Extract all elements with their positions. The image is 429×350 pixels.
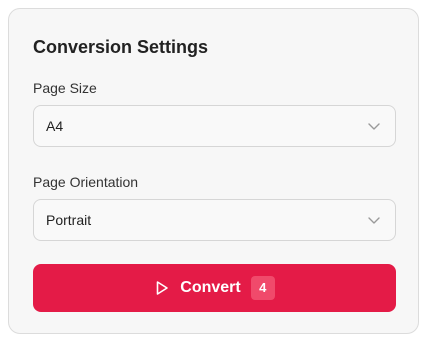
chevron-down-icon — [368, 217, 380, 224]
page-size-label: Page Size — [33, 80, 97, 96]
convert-button-label: Convert — [180, 279, 241, 296]
convert-button[interactable]: Convert 4 — [33, 264, 396, 312]
card-title: Conversion Settings — [33, 37, 209, 57]
page-size-value: A4 — [46, 118, 64, 134]
page-size-select[interactable]: A4 — [33, 105, 396, 147]
page-orientation-select[interactable]: Portrait — [33, 199, 396, 241]
page-orientation-label: Page Orientation — [33, 174, 139, 190]
play-icon — [156, 281, 169, 295]
conversion-settings-card: Conversion Settings Page Size A4 Page Or… — [8, 8, 419, 334]
chevron-down-icon — [368, 123, 380, 130]
page-orientation-value: Portrait — [46, 212, 92, 228]
file-count-badge: 4 — [250, 276, 275, 300]
